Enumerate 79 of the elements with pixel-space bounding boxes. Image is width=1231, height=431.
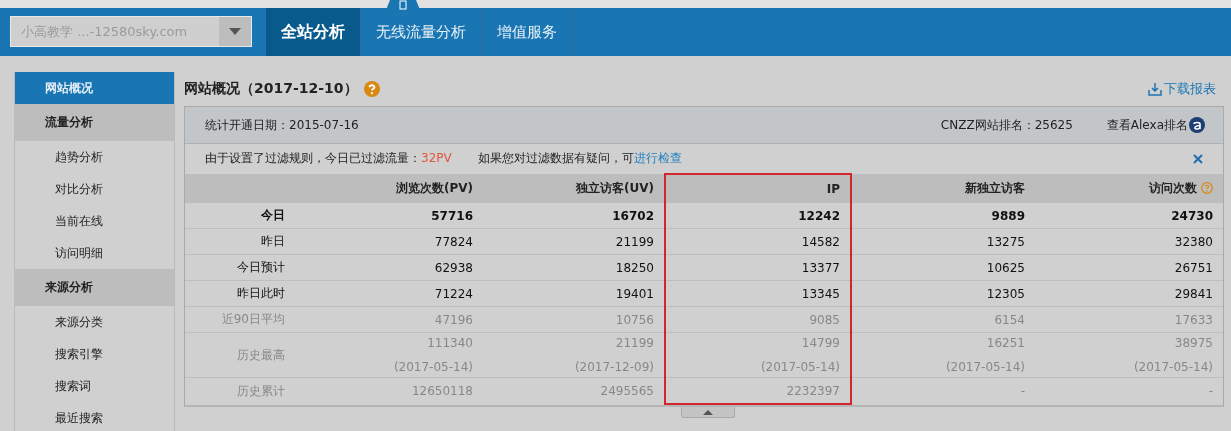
column-header: 独立访客(UV) — [483, 174, 665, 203]
cell-value: 14799 — [801, 336, 840, 350]
table-cell: 17633 — [1035, 306, 1223, 333]
table-cell: - — [1035, 377, 1223, 404]
table-cell: 6154 — [851, 306, 1035, 333]
alexa-link[interactable]: 查看Alexa排名 — [1106, 116, 1205, 134]
table-cell: 12305 — [851, 280, 1035, 307]
nav-tab[interactable]: 全站分析 — [266, 8, 361, 56]
cell-value: 16251 — [986, 336, 1025, 350]
table-cell: - — [851, 377, 1035, 404]
start-date-text: 统计开通日期：2015-07-16 — [205, 116, 359, 134]
table-cell: 16702 — [483, 202, 665, 229]
table-cell: 29841 — [1035, 280, 1223, 307]
table-cell: 57716 — [295, 202, 483, 229]
row-label: 昨日 — [185, 228, 295, 255]
sidebar-item[interactable]: 网站概况 — [15, 72, 174, 104]
cell-value: 111340 — [427, 336, 473, 350]
table-cell: 12650118 — [295, 377, 483, 404]
help-icon[interactable] — [363, 81, 380, 97]
table-cell: 19401 — [483, 280, 665, 307]
table-cell: 13275 — [851, 228, 1035, 255]
column-header-text: 访问次数 — [1149, 179, 1197, 197]
nav-tab[interactable]: 增值服务 — [482, 8, 573, 56]
cell-date: (2017-05-14) — [393, 360, 473, 374]
table-cell: 18250 — [483, 254, 665, 281]
sidebar-item[interactable]: 流量分析 — [15, 104, 174, 141]
table-cell: 13345 — [665, 280, 851, 307]
sidebar-item[interactable]: 搜索词 — [15, 370, 174, 402]
table-cell: 2495565 — [483, 377, 665, 404]
cell-date: (2017-05-14) — [760, 360, 840, 374]
collapse-button[interactable] — [681, 407, 735, 418]
cell-value: 38975 — [1174, 336, 1213, 350]
filter-notice: 由于设置了过滤规则，今日已过滤流量：32PV — [205, 150, 452, 167]
sidebar-item[interactable]: 来源分类 — [15, 306, 174, 338]
table-cell: 2232397 — [665, 377, 851, 404]
sidebar-item[interactable]: 最近搜索 — [15, 402, 174, 431]
check-notice: 如果您对过滤数据有疑问，可进行检查 — [477, 150, 682, 167]
row-label: 今日预计 — [185, 254, 295, 281]
row-label: 近90日平均 — [185, 306, 295, 333]
row-label: 历史最高 — [185, 332, 295, 378]
caret-up-icon — [703, 409, 713, 415]
sidebar-item[interactable]: 当前在线 — [15, 205, 174, 237]
sidebar-item[interactable]: 访问明细 — [15, 237, 174, 269]
table-cell: 12242 — [665, 202, 851, 229]
dropdown-caret-icon — [229, 28, 241, 35]
table-cell: 47196 — [295, 306, 483, 333]
table-cell: 13377 — [665, 254, 851, 281]
table-cell: 10625 — [851, 254, 1035, 281]
table-cell: 21199 — [483, 228, 665, 255]
row-label: 今日 — [185, 202, 295, 229]
column-header: 浏览次数(PV) — [295, 174, 483, 203]
sidebar-item[interactable]: 搜索引擎 — [15, 338, 174, 370]
cell-value: 21199 — [615, 336, 654, 350]
table-cell: 77824 — [295, 228, 483, 255]
table-cell: 9085 — [665, 306, 851, 333]
row-label: 历史累计 — [185, 377, 295, 404]
cell-date: (2017-05-14) — [945, 360, 1025, 374]
table-cell: 62938 — [295, 254, 483, 281]
table-cell: 24730 — [1035, 202, 1223, 229]
close-icon[interactable] — [1193, 153, 1203, 164]
cell-date: (2017-12-09) — [574, 360, 654, 374]
download-icon — [1148, 82, 1162, 96]
sidebar-item[interactable]: 对比分析 — [15, 173, 174, 205]
table-cell: 10756 — [483, 306, 665, 333]
alexa-icon — [1189, 117, 1205, 133]
column-header: IP — [665, 174, 851, 203]
sidebar-item[interactable]: 趋势分析 — [15, 141, 174, 173]
rank-text: CNZZ网站排名：25625 — [940, 116, 1073, 134]
table-cell: 14582 — [665, 228, 851, 255]
sidebar-item[interactable]: 来源分析 — [15, 269, 174, 306]
table-cell: 9889 — [851, 202, 1035, 229]
row-label: 昨日此时 — [185, 280, 295, 307]
table-cell: 71224 — [295, 280, 483, 307]
page-title: 网站概况（2017-12-10） — [184, 80, 358, 98]
cell-date: (2017-05-14) — [1133, 360, 1213, 374]
column-header: 新独立访客 — [851, 174, 1035, 203]
table-cell: 26751 — [1035, 254, 1223, 281]
nav-tab[interactable]: 无线流量分析 — [361, 8, 482, 56]
table-cell: 32380 — [1035, 228, 1223, 255]
